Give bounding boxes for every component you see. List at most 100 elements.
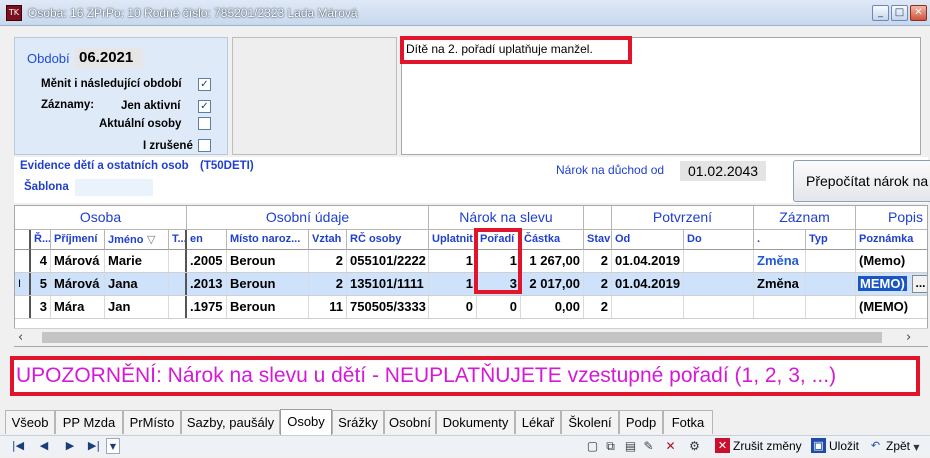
scroll-thumb[interactable] [42,332,882,343]
period-value[interactable]: 06.2021 [75,48,143,68]
col-amount[interactable]: Částka [521,230,584,250]
cell-order-number: 0 [477,296,521,318]
cell-note-editor[interactable]: MEMO) ... [856,273,927,295]
title-bar: TK Osoba: 16 ZPrPo: 10 Rodné číslo: 7852… [0,0,930,26]
band-description: Popis [856,206,927,230]
tab-dokumenty[interactable]: Dokumenty [436,410,515,434]
last-record-button[interactable]: ▶| [84,438,104,454]
save-icon: ▣ [811,438,826,453]
cancelled-checkbox[interactable] [198,139,211,152]
delete-icon[interactable]: ✕ [662,438,679,454]
change-following-label: Měnit i následující období [41,78,182,90]
col-order[interactable]: Ř... [31,230,51,250]
cell-from: 01.04.2019 [612,273,684,295]
tab-pp-mzda[interactable]: PP Mzda [55,410,123,434]
cell-change[interactable]: Změna [754,250,806,272]
cell-to [684,250,754,272]
table-row[interactable]: 4 Márová Marie .2005 Beroun 2 055101/222… [15,250,927,273]
tab-fotka[interactable]: Fotka [663,410,713,434]
col-change[interactable]: . [754,230,806,250]
tab-lekar[interactable]: Lékař [515,410,561,434]
tools-icon[interactable]: ⚙ [686,438,703,454]
app-icon: TK [6,5,22,21]
ellipsis-button[interactable]: ... [912,275,927,293]
first-record-button[interactable]: |◀ [8,438,28,454]
col-name[interactable]: Jméno ▽ [105,230,169,250]
current-persons-label: Aktuální osoby [99,118,182,130]
cell-status: 2 [584,296,612,318]
col-relation[interactable]: Vztah [309,230,347,250]
properties-icon[interactable]: ▤ [622,438,639,454]
template-input[interactable] [74,178,154,197]
tab-osobni[interactable]: Osobní [384,410,436,434]
cell-rc: 055101/2222 [347,250,429,272]
cell-change[interactable] [754,296,806,318]
cancel-changes-button[interactable]: ✕ Zrušit změny [713,436,802,456]
col-note[interactable]: Poznámka [856,230,927,250]
maximize-button[interactable]: □ [891,5,908,21]
col-name-label: Jméno [108,234,144,246]
tab-srazky[interactable]: Srážky [332,410,384,434]
cell-amount: 1 267,00 [521,250,584,272]
table-row[interactable]: 3 Mára Jan .1975 Beroun 11 750505/3333 0… [15,296,927,319]
minimize-button[interactable]: _ [872,5,889,21]
only-active-label: Jen aktivní [121,100,181,112]
cell-born: .1975 [187,296,227,318]
col-rc[interactable]: RČ osoby [347,230,429,250]
row-indicator: I [15,273,31,295]
cell-from: 01.04.2019 [612,250,684,272]
recalculate-button[interactable]: Přepočítat nárok na slevu [793,160,930,202]
table-row[interactable]: I 5 Márová Jana .2013 Beroun 2 135101/11… [15,273,927,296]
nav-dropdown-icon[interactable]: ▼ [106,438,120,454]
persons-grid[interactable]: Osoba Osobní údaje Nárok na slevu Potvrz… [14,205,928,347]
cell-apply: 1 [429,273,477,295]
cell-note[interactable]: (Memo) [856,250,927,272]
cell-type [806,273,856,295]
save-label: Uložit [829,439,860,453]
horizontal-scrollbar[interactable]: ‹ › [14,328,928,346]
col-type[interactable]: Typ [806,230,856,250]
check-icon: ✓ [200,79,209,90]
col-born[interactable]: en [187,230,227,250]
cancel-icon: ✕ [715,438,730,453]
back-button[interactable]: ↶ Zpět ▼ [866,436,920,456]
save-button[interactable]: ▣ Uložit [809,436,859,456]
bottom-toolbar: |◀ ◀ ▶ ▶| ▼ ▢ ⧉ ▤ ✎ ✕ ⚙ ✕ Zrušit změny ▣… [0,435,930,455]
copy-icon[interactable]: ⧉ [602,438,619,454]
cell-status: 2 [584,250,612,272]
warning-message: UPOZORNĚNÍ: Nárok na slevu u dětí - NEUP… [10,356,920,396]
col-apply[interactable]: Uplatnit [429,230,477,250]
back-dropdown-icon[interactable]: ▼ [913,443,919,452]
check-icon: ✓ [200,101,209,112]
tab-sazby[interactable]: Sazby, paušály [181,410,280,434]
band-claim: Nárok na slevu [429,206,584,230]
col-surname[interactable]: Příjmení [51,230,105,250]
tab-prmisto[interactable]: PrMísto [123,410,181,434]
memo-highlight [400,36,632,64]
cell-note[interactable]: (MEMO) [856,296,927,318]
edit-icon[interactable]: ✎ [640,438,657,454]
prev-record-button[interactable]: ◀ [34,438,54,454]
scroll-right-icon[interactable]: › [906,330,911,345]
cell-rc: 750505/3333 [347,296,429,318]
change-following-checkbox[interactable]: ✓ [198,78,211,91]
current-persons-checkbox[interactable] [198,117,211,130]
tab-skoleni[interactable]: Školení [561,410,619,434]
only-active-checkbox[interactable]: ✓ [198,100,211,113]
cell-surname: Mára [51,296,105,318]
scroll-left-icon[interactable]: ‹ [18,330,23,345]
cell-note[interactable]: MEMO) [858,276,907,291]
cell-change[interactable]: Změna [754,273,806,295]
col-birthplace[interactable]: Místo naroz... [227,230,309,250]
new-document-icon[interactable]: ▢ [584,438,601,454]
tab-osoby[interactable]: Osoby [280,409,332,435]
close-button[interactable]: ✕ [910,5,927,21]
col-status[interactable]: Stav [584,230,612,250]
next-record-button[interactable]: ▶ [60,438,80,454]
col-from[interactable]: Od [612,230,684,250]
cell-rc: 135101/1111 [347,273,429,295]
tab-vseob[interactable]: Všeob [5,410,55,434]
col-to[interactable]: Do [684,230,754,250]
col-title[interactable]: T... [169,230,187,250]
tab-podp[interactable]: Podp [619,410,663,434]
